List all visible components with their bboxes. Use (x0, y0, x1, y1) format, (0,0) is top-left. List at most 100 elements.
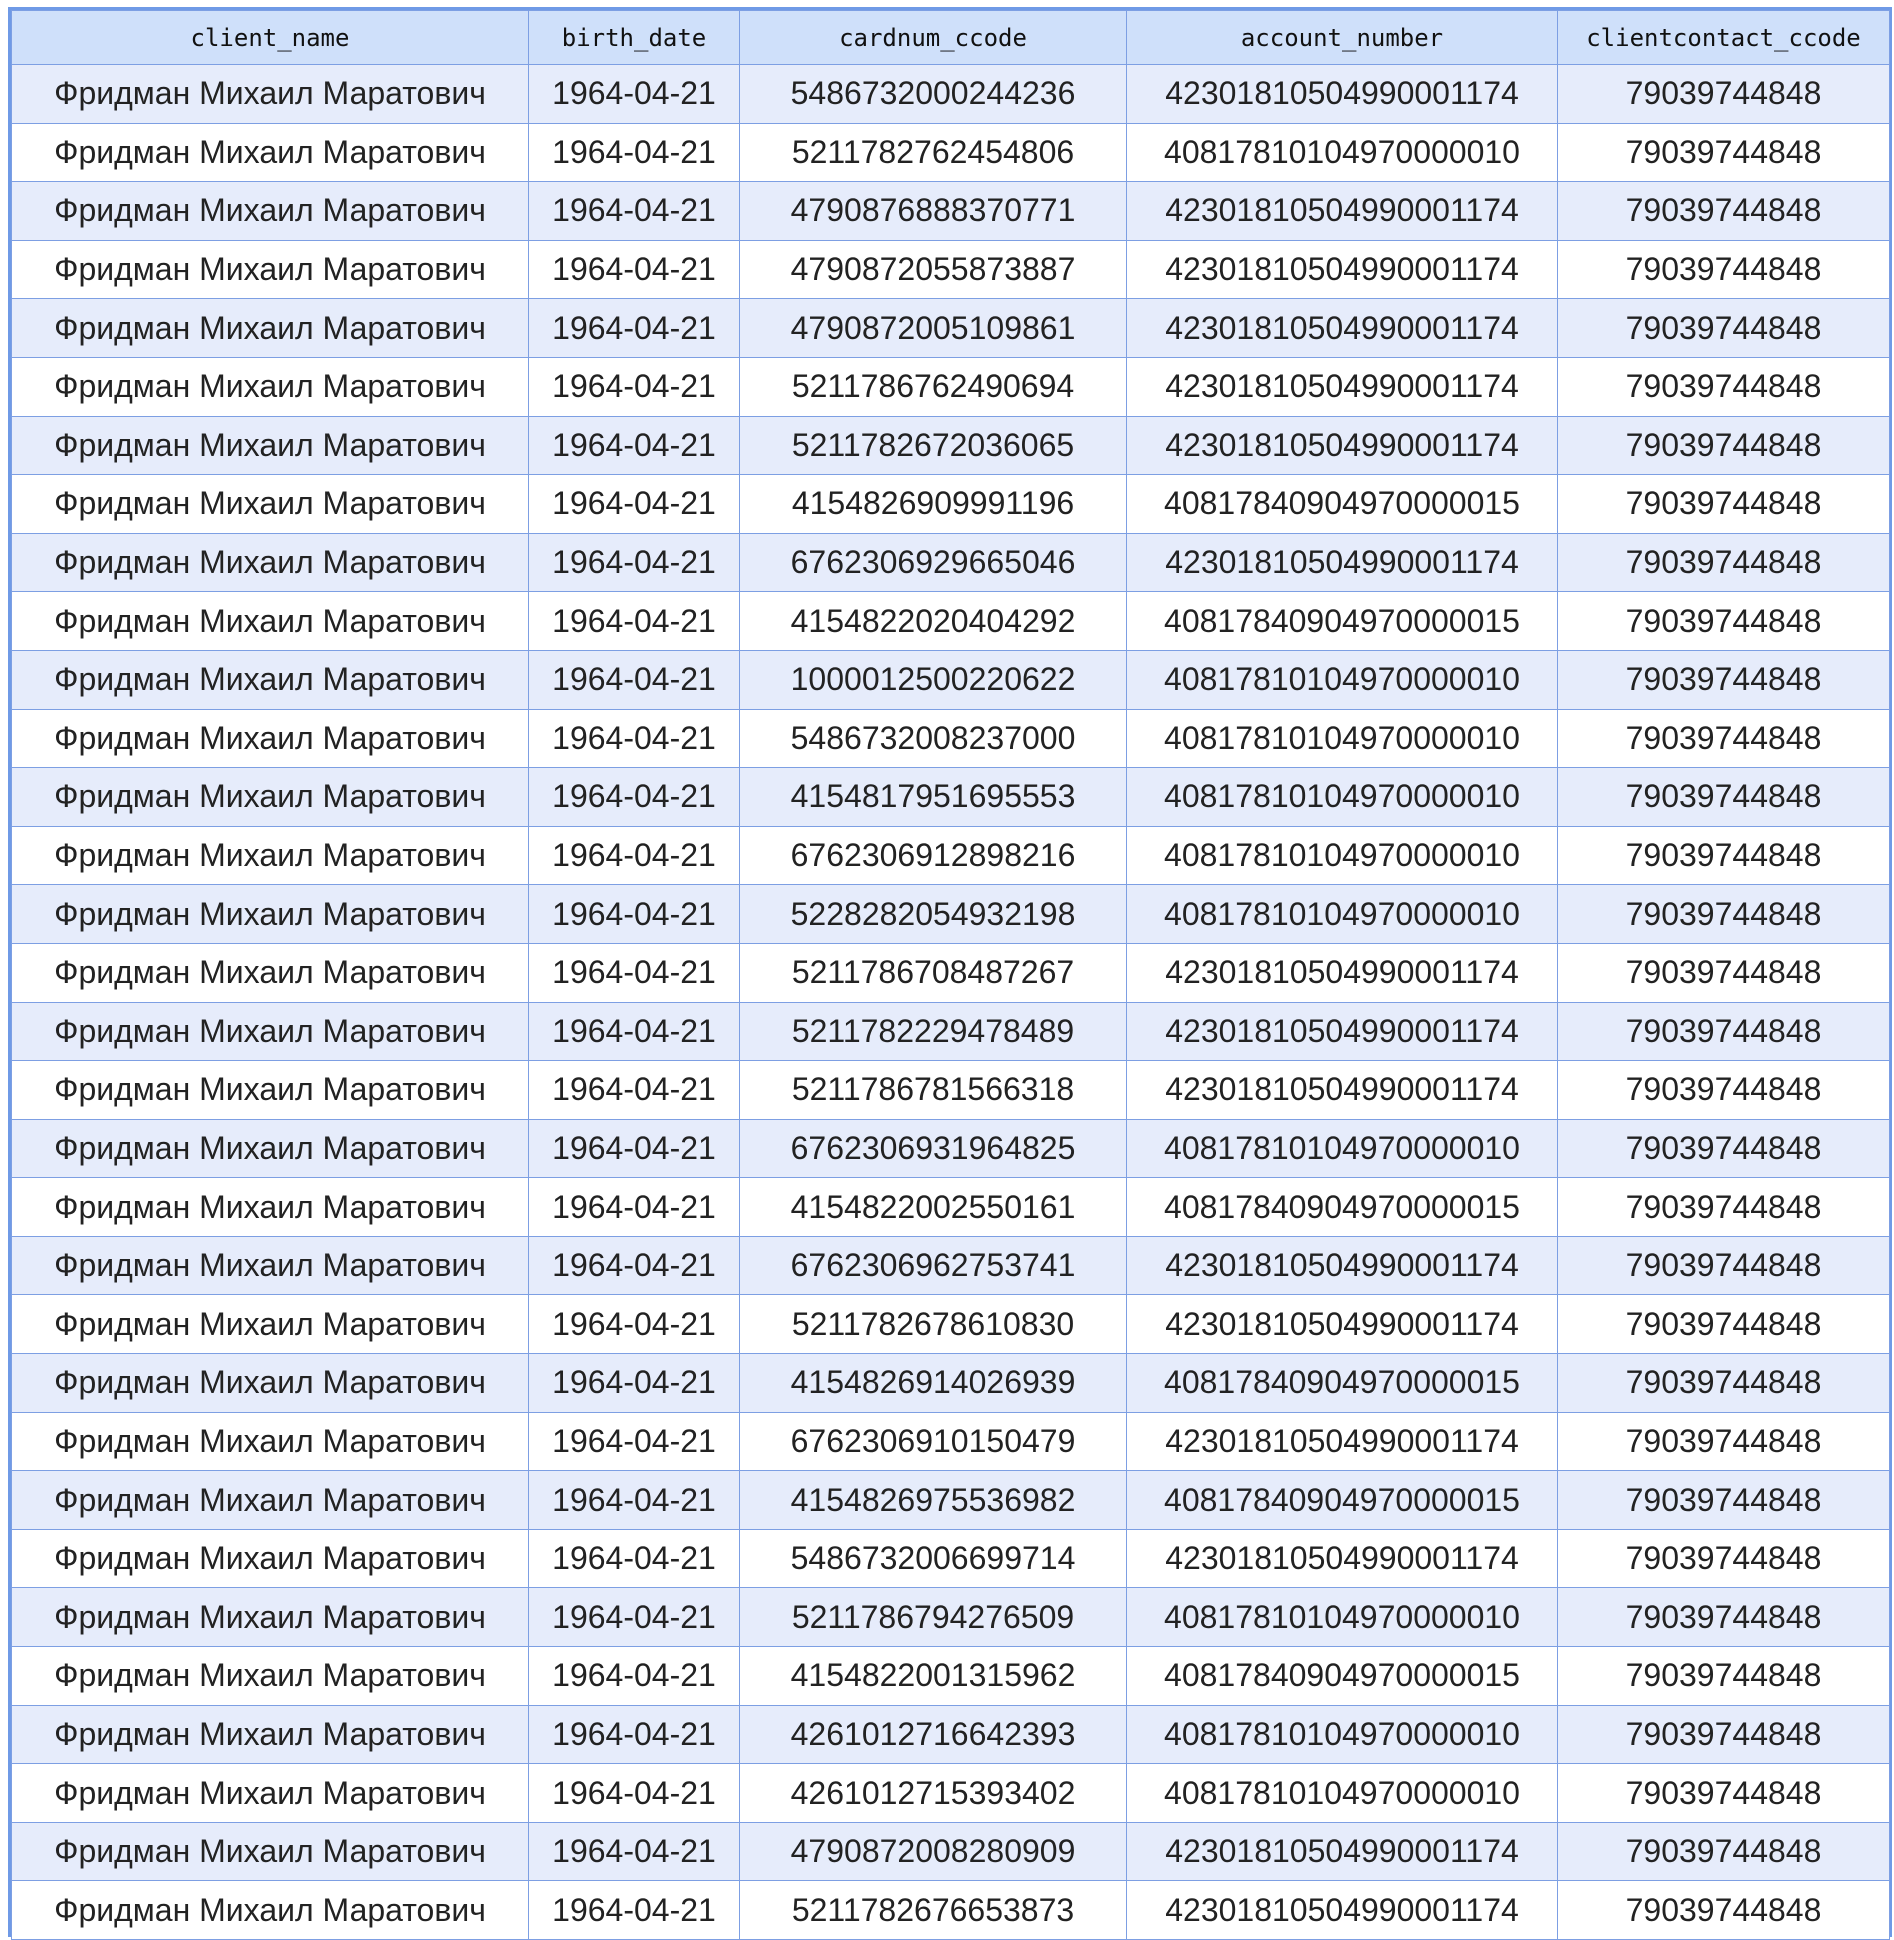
table-row[interactable]: Фридман Михаил Маратович 1964-04-21 426101… (11, 1763, 1890, 1823)
cell-birth-date: 1964-04-21 (528, 1001, 740, 1062)
table-row[interactable]: Фридман Михаил Маратович 1964-04-21 415482… (11, 1646, 1890, 1706)
table-row[interactable]: Фридман Михаил Маратович 1964-04-21 676230… (11, 1235, 1890, 1296)
results-table: client_name birth_date cardnum_ccode accoun… (11, 10, 1890, 1940)
table-row[interactable]: Фридман Михаил Маратович 1964-04-21 521178… (11, 415, 1890, 476)
cell-clientcontact-ccode: 79039744848 (1557, 181, 1890, 241)
table-row[interactable]: Фридман Михаил Маратович 1964-04-21 479087… (11, 298, 1890, 358)
cell-client-name: Фридман Михаил Маратович (11, 1411, 529, 1472)
cell-account-number: 40817810104970000010 (1126, 1704, 1558, 1765)
cell-birth-date: 1964-04-21 (528, 1821, 740, 1882)
cell-client-name: Фридман Михаил Маратович (11, 1646, 529, 1706)
cell-account-number: 40817810104970000010 (1126, 708, 1558, 769)
cell-birth-date: 1964-04-21 (528, 532, 740, 593)
table-row[interactable]: Фридман Михаил Маратович 1964-04-21 676230… (11, 532, 1890, 593)
cell-cardnum-ccode: 4154817951695553 (739, 767, 1127, 827)
cell-cardnum-ccode: 4154822020404292 (739, 591, 1127, 651)
table-row[interactable]: Фридман Михаил Маратович 1964-04-21 676230… (11, 1118, 1890, 1179)
cell-client-name: Фридман Михаил Маратович (11, 1060, 529, 1120)
cell-client-name: Фридман Михаил Маратович (11, 64, 529, 124)
cell-account-number: 42301810504990001174 (1126, 1821, 1558, 1882)
cell-account-number: 42301810504990001174 (1126, 942, 1558, 1003)
cell-birth-date: 1964-04-21 (528, 1118, 740, 1179)
cell-cardnum-ccode: 5211782672036065 (739, 415, 1127, 476)
table-row[interactable]: Фридман Михаил Маратович 1964-04-21 479087… (11, 239, 1890, 300)
table-row[interactable]: Фридман Михаил Маратович 1964-04-21 415482… (11, 474, 1890, 534)
cell-account-number: 40817840904970000015 (1126, 1353, 1558, 1413)
cell-cardnum-ccode: 4154826975536982 (739, 1470, 1127, 1530)
table-row[interactable]: Фридман Михаил Маратович 1964-04-21 676230… (11, 825, 1890, 886)
table-row[interactable]: Фридман Михаил Маратович 1964-04-21 548673… (11, 708, 1890, 769)
column-header-birth-date[interactable]: birth_date (528, 10, 740, 65)
table-row[interactable]: Фридман Михаил Маратович 1964-04-21 415482… (11, 1353, 1890, 1413)
table-row[interactable]: Фридман Михаил Маратович 1964-04-21 522828… (11, 884, 1890, 944)
cell-birth-date: 1964-04-21 (528, 1587, 740, 1648)
cell-client-name: Фридман Михаил Маратович (11, 767, 529, 827)
cell-clientcontact-ccode: 79039744848 (1557, 649, 1890, 710)
cell-client-name: Фридман Михаил Маратович (11, 298, 529, 358)
table-row[interactable]: Фридман Михаил Маратович 1964-04-21 415482… (11, 1177, 1890, 1237)
table-row[interactable]: Фридман Михаил Маратович 1964-04-21 548673… (11, 64, 1890, 124)
cell-account-number: 42301810504990001174 (1126, 298, 1558, 358)
cell-clientcontact-ccode: 79039744848 (1557, 532, 1890, 593)
cell-cardnum-ccode: 5211786781566318 (739, 1060, 1127, 1120)
cell-client-name: Фридман Михаил Маратович (11, 356, 529, 417)
cell-cardnum-ccode: 5211786708487267 (739, 942, 1127, 1003)
table-row[interactable]: Фридман Михаил Маратович 1964-04-21 479087… (11, 181, 1890, 241)
table-row[interactable]: Фридман Михаил Маратович 1964-04-21 521178… (11, 1587, 1890, 1648)
table-row[interactable]: Фридман Михаил Маратович 1964-04-21 521178… (11, 356, 1890, 417)
cell-account-number: 40817810104970000010 (1126, 122, 1558, 183)
table-row[interactable]: Фридман Михаил Маратович 1964-04-21 521178… (11, 942, 1890, 1003)
cell-client-name: Фридман Михаил Маратович (11, 884, 529, 944)
table-row[interactable]: Фридман Михаил Маратович 1964-04-21 521178… (11, 1001, 1890, 1062)
cell-client-name: Фридман Михаил Маратович (11, 1001, 529, 1062)
table-row[interactable]: Фридман Михаил Маратович 1964-04-21 521178… (11, 122, 1890, 183)
cell-account-number: 42301810504990001174 (1126, 1294, 1558, 1355)
column-header-client-name[interactable]: client_name (11, 10, 529, 65)
table-row[interactable]: Фридман Михаил Маратович 1964-04-21 521178… (11, 1880, 1890, 1940)
cell-clientcontact-ccode: 79039744848 (1557, 1821, 1890, 1882)
cell-cardnum-ccode: 5211782762454806 (739, 122, 1127, 183)
cell-clientcontact-ccode: 79039744848 (1557, 1353, 1890, 1413)
cell-clientcontact-ccode: 79039744848 (1557, 884, 1890, 944)
header-row: client_name birth_date cardnum_ccode accoun… (11, 10, 1890, 65)
table-row[interactable]: Фридман Михаил Маратович 1964-04-21 521178… (11, 1060, 1890, 1120)
table-row[interactable]: Фридман Михаил Маратович 1964-04-21 100001… (11, 649, 1890, 710)
cell-birth-date: 1964-04-21 (528, 298, 740, 358)
cell-clientcontact-ccode: 79039744848 (1557, 591, 1890, 651)
cell-cardnum-ccode: 4790872008280909 (739, 1821, 1127, 1882)
cell-clientcontact-ccode: 79039744848 (1557, 1001, 1890, 1062)
cell-cardnum-ccode: 5211782229478489 (739, 1001, 1127, 1062)
table-row[interactable]: Фридман Михаил Маратович 1964-04-21 548673… (11, 1528, 1890, 1589)
column-header-account-number[interactable]: account_number (1126, 10, 1558, 65)
cell-clientcontact-ccode: 79039744848 (1557, 825, 1890, 886)
table-row[interactable]: Фридман Михаил Маратович 1964-04-21 415482… (11, 591, 1890, 651)
cell-clientcontact-ccode: 79039744848 (1557, 239, 1890, 300)
table-row[interactable]: Фридман Михаил Маратович 1964-04-21 415481… (11, 767, 1890, 827)
cell-birth-date: 1964-04-21 (528, 1177, 740, 1237)
cell-account-number: 40817840904970000015 (1126, 474, 1558, 534)
cell-account-number: 40817810104970000010 (1126, 1587, 1558, 1648)
cell-clientcontact-ccode: 79039744848 (1557, 1235, 1890, 1296)
cell-client-name: Фридман Михаил Маратович (11, 1528, 529, 1589)
column-header-cardnum-ccode[interactable]: cardnum_ccode (739, 10, 1127, 65)
table-body: Фридман Михаил Маратович 1964-04-21 548673… (11, 64, 1890, 1940)
cell-cardnum-ccode: 5211782678610830 (739, 1294, 1127, 1355)
cell-birth-date: 1964-04-21 (528, 415, 740, 476)
cell-clientcontact-ccode: 79039744848 (1557, 1294, 1890, 1355)
cell-client-name: Фридман Михаил Маратович (11, 1177, 529, 1237)
column-header-clientcontact-ccode[interactable]: clientcontact_ccode (1557, 10, 1890, 65)
table-row[interactable]: Фридман Михаил Маратович 1964-04-21 415482… (11, 1470, 1890, 1530)
results-table-frame: client_name birth_date cardnum_ccode accoun… (8, 7, 1892, 1940)
table-row[interactable]: Фридман Михаил Маратович 1964-04-21 426101… (11, 1704, 1890, 1765)
table-row[interactable]: Фридман Михаил Маратович 1964-04-21 479087… (11, 1821, 1890, 1882)
cell-client-name: Фридман Михаил Маратович (11, 1353, 529, 1413)
table-row[interactable]: Фридман Михаил Маратович 1964-04-21 676230… (11, 1411, 1890, 1472)
cell-account-number: 40817810104970000010 (1126, 884, 1558, 944)
table-row[interactable]: Фридман Михаил Маратович 1964-04-21 521178… (11, 1294, 1890, 1355)
cell-birth-date: 1964-04-21 (528, 1646, 740, 1706)
cell-birth-date: 1964-04-21 (528, 1411, 740, 1472)
cell-birth-date: 1964-04-21 (528, 1763, 740, 1823)
cell-account-number: 40817840904970000015 (1126, 591, 1558, 651)
cell-client-name: Фридман Михаил Маратович (11, 1235, 529, 1296)
cell-client-name: Фридман Михаил Маратович (11, 181, 529, 241)
